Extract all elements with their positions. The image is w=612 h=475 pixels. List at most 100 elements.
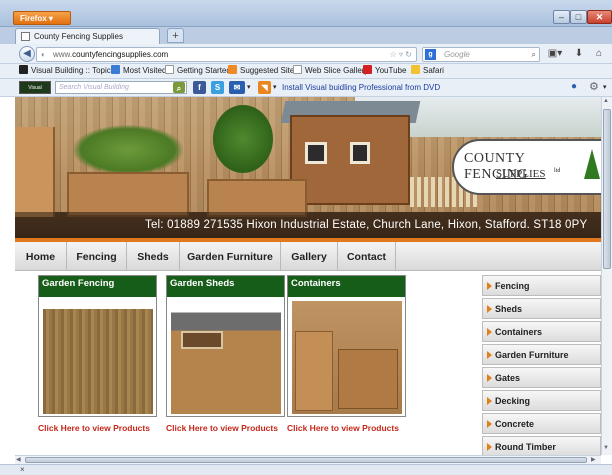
home-icon[interactable]: ⌂ bbox=[592, 47, 606, 61]
scroll-up-icon[interactable]: ▲ bbox=[603, 98, 609, 104]
bookmark-item[interactable]: Web Slice Gallery bbox=[293, 64, 368, 78]
mail-icon[interactable]: ✉ bbox=[229, 81, 245, 94]
vertical-scroll-thumb[interactable] bbox=[603, 109, 611, 269]
scroll-right-icon[interactable]: ▶ bbox=[591, 456, 596, 463]
nav-garden-furniture[interactable]: Garden Furniture bbox=[180, 242, 281, 271]
product-title: Garden Fencing bbox=[39, 276, 156, 297]
url-dropdown-icon[interactable]: ▿ bbox=[399, 50, 403, 59]
containers-image[interactable] bbox=[292, 301, 402, 414]
back-button[interactable]: ◀ bbox=[19, 46, 35, 62]
nav-gallery[interactable]: Gallery bbox=[281, 242, 338, 271]
url-domain: countyfencingsupplies.com bbox=[72, 50, 169, 59]
rss-icon[interactable]: ◥ bbox=[258, 81, 271, 94]
nav-sheds[interactable]: Sheds bbox=[127, 242, 180, 271]
bookmark-label: Suggested Sites bbox=[240, 66, 299, 75]
search-placeholder: Google bbox=[444, 50, 470, 59]
close-window-button[interactable]: ✕ bbox=[587, 10, 612, 24]
product-title: Garden Sheds bbox=[167, 276, 284, 297]
company-logo[interactable]: COUNTY FENCING SUPPLIES ltd bbox=[452, 139, 601, 195]
bookmark-label: Visual Building :: Topic... bbox=[31, 66, 118, 75]
browser-window: Firefox ▾ – □ ✕ County Fencing Supplies … bbox=[0, 0, 612, 475]
nav-contact[interactable]: Contact bbox=[338, 242, 396, 271]
bookmark-item[interactable]: Visual Building :: Topic... bbox=[19, 64, 117, 78]
contact-strip: Tel: 01889 271535 Hixon Industrial Estat… bbox=[15, 212, 601, 238]
page-favicon-icon bbox=[21, 32, 30, 41]
nav-fencing[interactable]: Fencing bbox=[67, 242, 127, 271]
main-navigation: Home Fencing Sheds Garden Furniture Gall… bbox=[15, 242, 601, 271]
tree-logo-icon bbox=[584, 149, 600, 179]
bookmark-item[interactable]: YouTube bbox=[363, 64, 406, 78]
facebook-icon[interactable]: f bbox=[193, 81, 206, 94]
view-products-link[interactable]: Click Here to view Products bbox=[38, 423, 150, 433]
sidebar-item-containers[interactable]: Containers bbox=[482, 321, 601, 342]
scroll-left-icon[interactable]: ◀ bbox=[16, 456, 21, 463]
install-dvd-link[interactable]: Install Visual buidling Professional fro… bbox=[282, 82, 440, 93]
visual-building-logo[interactable]: Visual Building bbox=[19, 81, 51, 104]
sidebar-item-decking[interactable]: Decking bbox=[482, 390, 601, 411]
banner-playhouse-window bbox=[350, 142, 370, 164]
sidebar-item-round-timber[interactable]: Round Timber bbox=[482, 436, 601, 455]
bookmark-favicon-icon bbox=[19, 65, 28, 74]
bookmark-label: Most Visited bbox=[123, 66, 167, 75]
skype-icon[interactable]: S bbox=[211, 81, 224, 94]
bookmark-favicon-icon bbox=[228, 65, 237, 74]
download-icon[interactable]: ⬇ bbox=[572, 47, 586, 61]
bookmark-favicon-icon bbox=[165, 65, 174, 74]
new-tab-button[interactable]: + bbox=[167, 28, 184, 43]
shed-window bbox=[181, 331, 223, 349]
fence-panel-image[interactable] bbox=[43, 301, 153, 414]
bookmark-star-icon[interactable]: ☆ bbox=[390, 50, 397, 59]
bookmark-item[interactable]: Getting Started bbox=[165, 64, 231, 78]
search-bar[interactable]: g Google ⌕ bbox=[422, 47, 540, 62]
bookmark-label: Getting Started bbox=[177, 66, 231, 75]
view-products-link[interactable]: Click Here to view Products bbox=[166, 423, 278, 433]
user-icon[interactable]: ● bbox=[571, 81, 577, 92]
sidebar-item-concrete[interactable]: Concrete bbox=[482, 413, 601, 434]
url-bar[interactable]: ◐ www.countyfencingsupplies.com ☆ ▿ ↻ bbox=[36, 47, 417, 62]
sidebar-item-fencing[interactable]: Fencing bbox=[482, 275, 601, 296]
sidebar-item-gates[interactable]: Gates bbox=[482, 367, 601, 388]
view-products-link[interactable]: Click Here to view Products bbox=[287, 423, 399, 433]
site-identity-icon: ◐ bbox=[41, 50, 46, 59]
logo-ltd: ltd bbox=[554, 168, 561, 174]
product-card-fencing[interactable]: Garden Fencing bbox=[38, 275, 157, 417]
mail-dropdown-icon[interactable]: ▾ bbox=[247, 83, 251, 91]
vertical-scrollbar[interactable]: ▲ ▼ bbox=[601, 97, 612, 455]
scroll-down-icon[interactable]: ▼ bbox=[603, 445, 609, 451]
visual-building-search-input[interactable]: Search Visual Building bbox=[55, 81, 187, 94]
google-engine-icon[interactable]: g bbox=[425, 49, 436, 60]
firefox-menu-label: Firefox bbox=[20, 14, 47, 23]
product-card-sheds[interactable]: Garden Sheds bbox=[166, 275, 285, 417]
gear-icon[interactable]: ⚙ bbox=[589, 80, 599, 93]
reload-icon[interactable]: ↻ bbox=[405, 50, 412, 59]
bookmark-item[interactable]: Safari bbox=[411, 64, 444, 78]
tab-county-fencing[interactable]: County Fencing Supplies bbox=[15, 28, 160, 44]
bookmark-item[interactable]: Suggested Sites bbox=[228, 64, 298, 78]
bookmark-label: Safari bbox=[423, 66, 444, 75]
search-go-icon[interactable]: ⌕ bbox=[173, 82, 185, 93]
shed-image[interactable] bbox=[171, 301, 281, 414]
product-title: Containers bbox=[288, 276, 405, 297]
tab-bar: County Fencing Supplies + bbox=[0, 27, 612, 44]
bookmark-label: YouTube bbox=[375, 66, 407, 75]
page-menu-icon[interactable]: ▣▾ bbox=[546, 47, 564, 61]
sidebar-item-garden-furniture[interactable]: Garden Furniture bbox=[482, 344, 601, 365]
visual-building-toolbar: Visual Building Search Visual Building ⌕… bbox=[0, 79, 612, 104]
rss-dropdown-icon[interactable]: ▾ bbox=[273, 83, 277, 91]
maximize-button[interactable]: □ bbox=[570, 10, 587, 24]
title-bar: Firefox ▾ – □ ✕ bbox=[0, 0, 612, 27]
page-viewport: COUNTY FENCING SUPPLIES ltd Tel: 01889 2… bbox=[15, 97, 601, 455]
horizontal-scrollbar[interactable]: ◀ ▶ bbox=[15, 455, 601, 464]
banner-planter bbox=[67, 172, 189, 217]
sidebar-item-sheds[interactable]: Sheds bbox=[482, 298, 601, 319]
horizontal-scroll-thumb[interactable] bbox=[25, 457, 587, 463]
firefox-menu-button[interactable]: Firefox ▾ bbox=[13, 11, 71, 25]
search-icon[interactable]: ⌕ bbox=[532, 48, 536, 61]
bookmark-item[interactable]: Most Visited bbox=[111, 64, 166, 78]
minimize-button[interactable]: – bbox=[553, 10, 570, 24]
product-card-containers[interactable]: Containers bbox=[287, 275, 406, 417]
url-prefix: www. bbox=[53, 50, 73, 59]
close-addon-bar-icon[interactable]: × bbox=[20, 465, 25, 475]
nav-home[interactable]: Home bbox=[15, 242, 67, 271]
gear-dropdown-icon[interactable]: ▾ bbox=[603, 83, 607, 91]
